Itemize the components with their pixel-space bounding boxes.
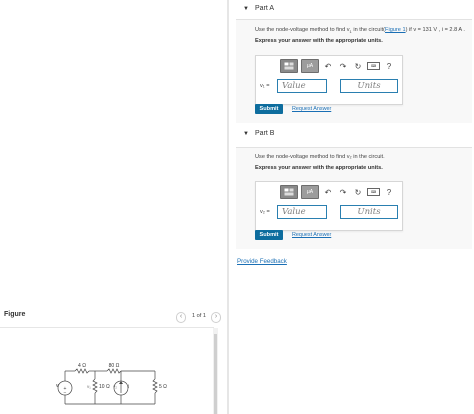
part-a-prompt: Use the node-voltage method to find v1 i… xyxy=(255,27,465,35)
panel-divider xyxy=(227,0,229,414)
node-v2-label: v₂ xyxy=(113,384,117,389)
keyboard-icon[interactable]: ⌨ xyxy=(367,62,380,70)
part-b-submit-button[interactable]: Submit xyxy=(255,230,283,240)
r4-label: 5 Ω xyxy=(159,384,167,390)
units-mu-button[interactable]: μA xyxy=(301,185,319,199)
undo-icon[interactable]: ↶ xyxy=(322,186,334,198)
part-a-request-answer[interactable]: Request Answer xyxy=(292,106,331,112)
figure-divider xyxy=(0,327,214,328)
part-b-toolbar: μA ↶ ↷ ↻ ⌨ ? xyxy=(280,185,395,199)
part-b-request-answer[interactable]: Request Answer xyxy=(292,232,331,238)
units-mu-button[interactable]: μA xyxy=(301,59,319,73)
source-i-label: i xyxy=(128,384,129,390)
part-a-submit-button[interactable]: Submit xyxy=(255,104,283,114)
redo-icon[interactable]: ↷ xyxy=(337,186,349,198)
redo-icon[interactable]: ↷ xyxy=(337,60,349,72)
part-a-answer-card: μA ↶ ↷ ↻ ⌨ ? v₁ = Value Units xyxy=(255,55,403,105)
reset-icon[interactable]: ↻ xyxy=(352,60,364,72)
help-icon[interactable]: ? xyxy=(383,186,395,198)
svg-text:−: − xyxy=(64,390,67,396)
part-b-answer-card: μA ↶ ↷ ↻ ⌨ ? v₂ = Value Units xyxy=(255,181,403,231)
provide-feedback-link[interactable]: Provide Feedback xyxy=(237,258,287,265)
r3-label: 10 Ω xyxy=(99,384,110,390)
reset-icon[interactable]: ↻ xyxy=(352,186,364,198)
figure-title: Figure xyxy=(4,311,26,318)
part-a-toolbar: μA ↶ ↷ ↻ ⌨ ? xyxy=(280,59,395,73)
collapse-triangle-icon: ▼ xyxy=(243,130,249,137)
template-icon[interactable] xyxy=(280,59,298,73)
figure-link[interactable]: Figure 1 xyxy=(385,27,406,33)
template-icon[interactable] xyxy=(280,185,298,199)
chevron-left-icon[interactable]: ‹ xyxy=(176,312,186,323)
v1-units-input[interactable]: Units xyxy=(340,79,398,93)
keyboard-icon[interactable]: ⌨ xyxy=(367,188,380,196)
part-a-header[interactable]: ▼ Part A xyxy=(243,5,274,12)
r1-label: 4 Ω xyxy=(78,363,86,369)
undo-icon[interactable]: ↶ xyxy=(322,60,334,72)
v1-value-input[interactable]: Value xyxy=(277,79,327,93)
part-a-instruction: Express your answer with the appropriate… xyxy=(255,38,383,44)
v2-label: v₂ = xyxy=(260,209,270,215)
v1-label: v₁ = xyxy=(260,83,270,89)
collapse-triangle-icon: ▼ xyxy=(243,5,249,12)
part-b-prompt: Use the node-voltage method to find v₂ i… xyxy=(255,154,385,160)
figure-scroll-thumb[interactable] xyxy=(214,334,217,414)
part-b-header[interactable]: ▼ Part B xyxy=(243,130,274,137)
circuit-diagram: + − 4 Ω 80 Ω 10 Ω 5 Ω v i v₁ v₂ xyxy=(56,363,167,405)
part-a-title: Part A xyxy=(254,5,275,12)
part-b-title: Part B xyxy=(254,130,275,137)
help-icon[interactable]: ? xyxy=(383,60,395,72)
node-v1-label: v₁ xyxy=(87,384,91,389)
v2-units-input[interactable]: Units xyxy=(340,205,398,219)
part-b-instruction: Express your answer with the appropriate… xyxy=(255,165,383,171)
r2-label: 80 Ω xyxy=(109,363,120,369)
chevron-right-icon[interactable]: › xyxy=(211,312,221,323)
page-indicator: 1 of 1 xyxy=(192,313,206,319)
v2-value-input[interactable]: Value xyxy=(277,205,327,219)
